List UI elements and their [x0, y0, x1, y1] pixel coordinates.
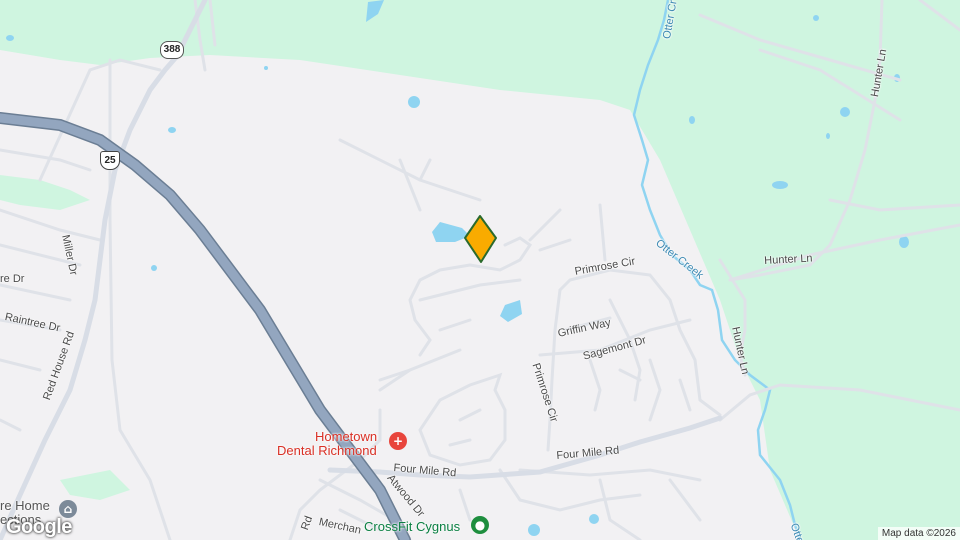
street-label-re-dr: re Dr	[0, 273, 25, 285]
pond-4	[151, 265, 157, 271]
pond-12	[826, 133, 830, 139]
poi-dental-name-line1[interactable]: Hometown	[315, 430, 377, 444]
google-logo: Google	[6, 516, 72, 538]
pond-7	[689, 116, 695, 124]
map-attribution[interactable]: Map data ©2026	[877, 527, 960, 540]
map-base-layer	[0, 0, 960, 540]
pond-6	[589, 514, 599, 524]
poi-dental-name-line2[interactable]: Dental Richmond	[277, 444, 377, 458]
pond-1	[408, 96, 420, 108]
map-canvas[interactable]: 388 25 Miller Dr re Dr Raintree Dr Red H…	[0, 0, 960, 540]
pond-11	[899, 236, 909, 248]
pond-13	[813, 15, 819, 21]
pond-8	[840, 107, 850, 117]
route-388-shield: 388	[160, 41, 184, 59]
fitness-icon[interactable]: ●	[471, 516, 489, 534]
pond-10	[772, 181, 788, 189]
pond-14	[6, 35, 14, 41]
poi-home-name-line1[interactable]: re Home	[0, 499, 50, 513]
poi-crossfit-name[interactable]: CrossFit Cygnus	[364, 520, 460, 534]
pond-5	[528, 524, 540, 536]
pond-15	[264, 66, 268, 70]
medical-cross-icon[interactable]: +	[389, 432, 407, 450]
pond-2	[168, 127, 176, 133]
us-25-shield: 25	[100, 151, 120, 170]
